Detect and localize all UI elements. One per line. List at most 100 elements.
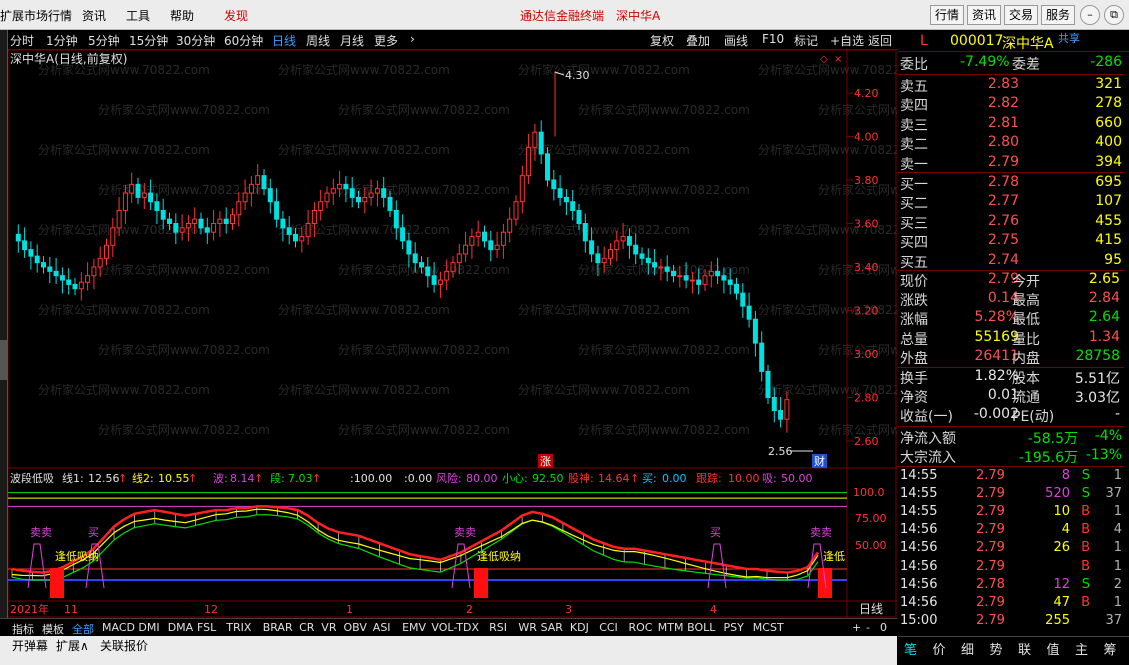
flow-row[interactable]: 大宗流入 -195.6万 -13% xyxy=(898,447,1124,466)
tick-row[interactable]: 14:55 2.79 10 B 1 xyxy=(898,504,1124,522)
bid-row[interactable]: 买一 2.78 695 xyxy=(898,174,1124,193)
stat2-row[interactable]: 净资 0.01 流通 3.03亿 xyxy=(898,387,1124,406)
ask-row[interactable]: 卖四 2.82 278 xyxy=(898,95,1124,114)
btn-danmu[interactable]: 开弹幕 xyxy=(12,637,48,654)
right-tab[interactable]: 筹 xyxy=(1104,639,1117,658)
period-30m[interactable]: 30分钟 xyxy=(176,32,215,49)
tab-dma[interactable]: DMA xyxy=(168,621,194,634)
btn-service[interactable]: 服务 xyxy=(1041,5,1076,25)
tab-fsl[interactable]: FSL xyxy=(197,621,216,634)
chevron-right-icon[interactable]: › xyxy=(410,32,415,46)
tab-asi[interactable]: ASI xyxy=(373,621,391,634)
menu-news[interactable]: 资讯 xyxy=(82,7,106,24)
period-monthly[interactable]: 月线 xyxy=(340,32,364,49)
period-more[interactable]: 更多 xyxy=(374,32,398,49)
stat-row[interactable]: 涨幅 5.28% 最低 2.64 xyxy=(898,309,1124,328)
tab-vol-tdx[interactable]: VOL-TDX xyxy=(431,621,479,634)
right-tab[interactable]: 细 xyxy=(961,639,974,658)
ask-row[interactable]: 卖二 2.80 400 xyxy=(898,134,1124,153)
tab-sar[interactable]: SAR xyxy=(541,621,563,634)
menu-ext-market[interactable]: 扩展市场行情 xyxy=(0,7,72,24)
stat-row[interactable]: 外盘 26411 内盘 28758 xyxy=(898,348,1124,367)
tick-row[interactable]: 14:56 2.79 26 B 1 xyxy=(898,540,1124,558)
close-icon[interactable]: × xyxy=(834,54,842,65)
bid-row[interactable]: 买三 2.76 455 xyxy=(898,213,1124,232)
kline-chart[interactable]: 分析家公式网www.70822.com 分析家公式网www.70822.com 分析… xyxy=(8,50,897,618)
tab-boll[interactable]: BOLL xyxy=(687,621,715,634)
right-tab[interactable]: 笔 xyxy=(904,639,917,658)
tab-brar[interactable]: BRAR xyxy=(263,621,293,634)
tick-row[interactable]: 14:55 2.79 8 S 1 xyxy=(898,468,1124,486)
menu-help[interactable]: 帮助 xyxy=(170,7,194,24)
tab-mtm[interactable]: MTM xyxy=(658,621,684,634)
ask-row[interactable]: 卖三 2.81 660 xyxy=(898,115,1124,134)
period-daily[interactable]: 日线 xyxy=(272,32,296,49)
tick-row[interactable]: 15:00 2.79 255 37 xyxy=(898,613,1124,631)
right-tab[interactable]: 价 xyxy=(933,639,946,658)
tab-kdj[interactable]: KDJ xyxy=(570,621,589,634)
tab-cr[interactable]: CR xyxy=(299,621,314,634)
tab-指标[interactable]: 指标 xyxy=(12,621,34,637)
btn-f10[interactable]: F10 xyxy=(762,32,784,46)
tick-row[interactable]: 14:56 2.78 12 S 2 xyxy=(898,577,1124,595)
tick-row[interactable]: 14:55 2.79 520 S 37 xyxy=(898,486,1124,504)
btn-overlay[interactable]: 叠加 xyxy=(686,32,710,49)
restore-icon[interactable]: ⧉ xyxy=(1104,5,1124,25)
tab-cci[interactable]: CCI xyxy=(599,621,618,634)
btn-related-quote[interactable]: 关联报价 xyxy=(100,637,148,654)
tick-row[interactable]: 14:56 2.79 4 B 4 xyxy=(898,522,1124,540)
share-link[interactable]: 共享 xyxy=(1058,30,1080,46)
tab-macd[interactable]: MACD xyxy=(102,621,135,634)
bid-row[interactable]: 买二 2.77 107 xyxy=(898,193,1124,212)
tab-psy[interactable]: PSY xyxy=(724,621,744,634)
btn-market[interactable]: 行情 xyxy=(930,5,965,25)
period-weekly[interactable]: 周线 xyxy=(306,32,330,49)
left-collapse-strip[interactable] xyxy=(0,30,8,665)
period-1m[interactable]: 1分钟 xyxy=(46,32,78,49)
btn-expand[interactable]: 扩展∧ xyxy=(56,637,89,654)
ask-row[interactable]: 卖五 2.83 321 xyxy=(898,76,1124,95)
btn-mark[interactable]: 标记 xyxy=(794,32,818,49)
tab-obv[interactable]: OBV xyxy=(344,621,367,634)
tab-control[interactable]: - xyxy=(866,621,870,634)
bid-row[interactable]: 买四 2.75 415 xyxy=(898,232,1124,251)
stat-row[interactable]: 现价 2.79 今开 2.65 xyxy=(898,271,1124,290)
tab-全部[interactable]: 全部 xyxy=(72,621,94,637)
tab-mcst[interactable]: MCST xyxy=(753,621,784,634)
diamond-icon[interactable]: ◇ xyxy=(820,54,828,65)
tick-row[interactable]: 14:56 2.79 B 1 xyxy=(898,559,1124,577)
stat-row[interactable]: 涨跌 0.14 最高 2.84 xyxy=(898,290,1124,309)
right-tab[interactable]: 主 xyxy=(1075,639,1088,658)
btn-trade[interactable]: 交易 xyxy=(1004,5,1039,25)
stat-row[interactable]: 总量 55169 量比 1.34 xyxy=(898,329,1124,348)
tab-rsi[interactable]: RSI xyxy=(489,621,507,634)
btn-back[interactable]: 返回 xyxy=(868,32,892,49)
menu-discover[interactable]: 发现 xyxy=(224,7,248,24)
tab-emv[interactable]: EMV xyxy=(402,621,426,634)
tick-row[interactable]: 14:56 2.79 47 B 1 xyxy=(898,595,1124,613)
btn-fuquan[interactable]: 复权 xyxy=(650,32,674,49)
tab-control[interactable]: 0 xyxy=(880,621,887,634)
tab-trix[interactable]: TRIX xyxy=(226,621,251,634)
ask-row[interactable]: 卖一 2.79 394 xyxy=(898,154,1124,173)
right-tab[interactable]: 联 xyxy=(1018,639,1031,658)
stat2-row[interactable]: 换手 1.82% 股本 5.51亿 xyxy=(898,368,1124,387)
right-tab[interactable]: 值 xyxy=(1047,639,1060,658)
right-tab[interactable]: 势 xyxy=(990,639,1003,658)
tab-roc[interactable]: ROC xyxy=(629,621,653,634)
tab-模板[interactable]: 模板 xyxy=(42,621,64,637)
flow-row[interactable]: 净流入额 -58.5万 -4% xyxy=(898,428,1124,447)
tab-wr[interactable]: WR xyxy=(518,621,537,634)
tab-control[interactable]: + xyxy=(852,621,861,634)
btn-draw[interactable]: 画线 xyxy=(724,32,748,49)
minimize-icon[interactable]: – xyxy=(1080,5,1100,25)
period-15m[interactable]: 15分钟 xyxy=(129,32,168,49)
bid-row[interactable]: 买五 2.74 95 xyxy=(898,252,1124,271)
menu-tools[interactable]: 工具 xyxy=(126,7,150,24)
tab-vr[interactable]: VR xyxy=(321,621,336,634)
period-5m[interactable]: 5分钟 xyxy=(88,32,120,49)
tab-dmi[interactable]: DMI xyxy=(138,621,159,634)
btn-info[interactable]: 资讯 xyxy=(967,5,1002,25)
period-60m[interactable]: 60分钟 xyxy=(224,32,263,49)
expand-arrow-icon[interactable] xyxy=(0,340,8,380)
